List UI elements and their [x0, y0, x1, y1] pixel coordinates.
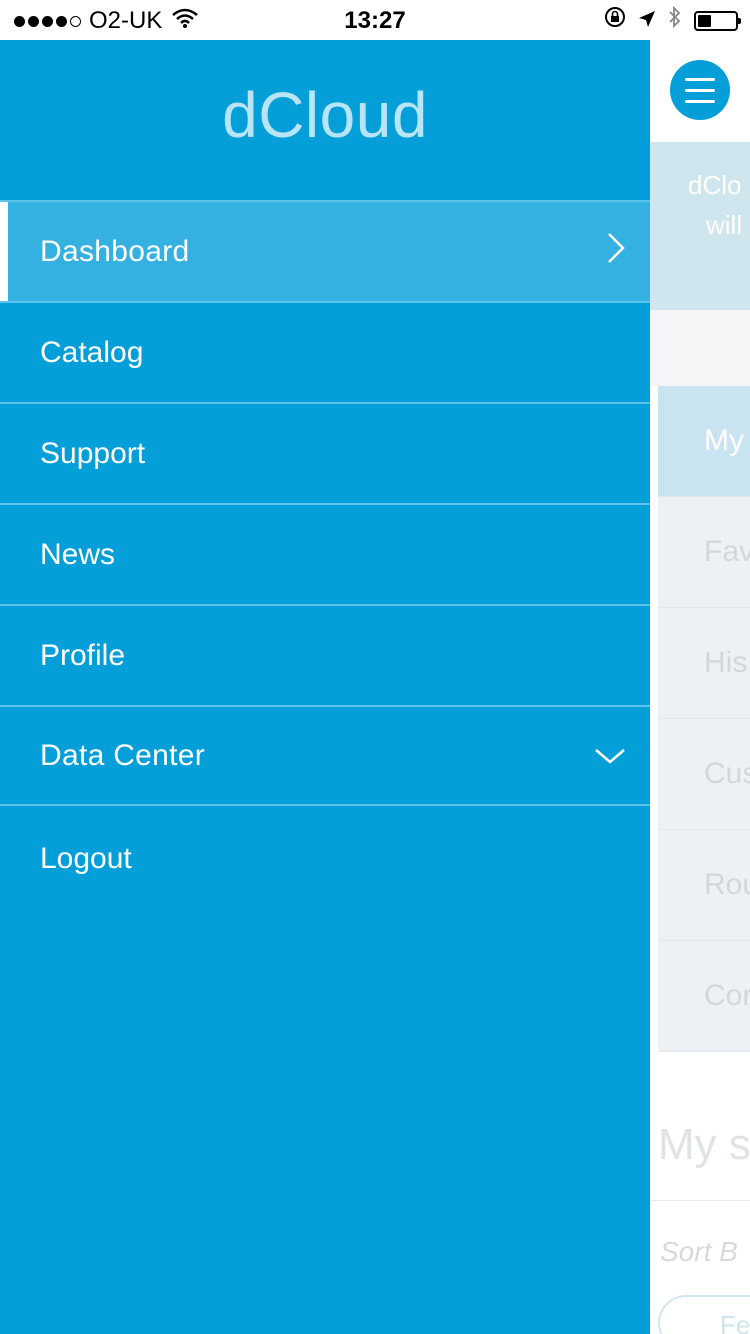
- dashboard-tab-list: My Fav His Cus Rou Cor: [658, 386, 750, 1052]
- chevron-down-icon: [594, 739, 626, 773]
- side-drawer: dCloud Dashboard Catalog Support News Pr…: [0, 40, 650, 1334]
- menu-item-label: Catalog: [40, 335, 144, 369]
- list-item[interactable]: My: [658, 386, 750, 497]
- menu-item-dashboard[interactable]: Dashboard: [0, 200, 650, 301]
- battery-icon: [694, 10, 741, 31]
- menu-item-label: Data Center: [40, 738, 206, 772]
- background-dashboard: dClo will My Fav His Cus Rou Cor My s So…: [650, 40, 750, 1334]
- section-heading: My s: [658, 1120, 750, 1169]
- menu-item-label: Support: [40, 436, 146, 470]
- drawer-menu: Dashboard Catalog Support News Profile D…: [0, 200, 650, 806]
- list-item[interactable]: Rou: [658, 830, 750, 941]
- filter-pill-button[interactable]: Fe: [658, 1295, 750, 1334]
- status-bar: O2-UK 13:27: [0, 0, 750, 40]
- divider: [650, 1200, 750, 1201]
- menu-item-profile[interactable]: Profile: [0, 604, 650, 705]
- spacer: [650, 310, 750, 386]
- logout-link[interactable]: Logout: [40, 842, 132, 876]
- menu-item-label: News: [40, 537, 116, 571]
- list-item[interactable]: Fav: [658, 497, 750, 608]
- menu-item-label: Dashboard: [40, 234, 190, 268]
- list-item[interactable]: Cus: [658, 719, 750, 830]
- list-item[interactable]: Cor: [658, 941, 750, 1052]
- menu-item-support[interactable]: Support: [0, 402, 650, 503]
- menu-item-news[interactable]: News: [0, 503, 650, 604]
- orientation-lock-icon: [604, 6, 626, 35]
- banner-text-line2: will: [706, 210, 743, 240]
- menu-item-label: Profile: [40, 638, 126, 672]
- app-logo: dCloud: [222, 79, 428, 151]
- banner-text-line1: dClo: [688, 170, 742, 200]
- list-item[interactable]: His: [658, 608, 750, 719]
- bluetooth-icon: [668, 5, 682, 35]
- notice-banner: dClo will: [650, 142, 750, 310]
- hamburger-menu-icon[interactable]: [670, 60, 730, 120]
- location-arrow-icon: [638, 7, 656, 35]
- chevron-right-icon: [606, 231, 626, 273]
- menu-item-catalog[interactable]: Catalog: [0, 301, 650, 402]
- menu-item-data-center[interactable]: Data Center: [0, 705, 650, 806]
- sort-label: Sort B: [660, 1236, 738, 1267]
